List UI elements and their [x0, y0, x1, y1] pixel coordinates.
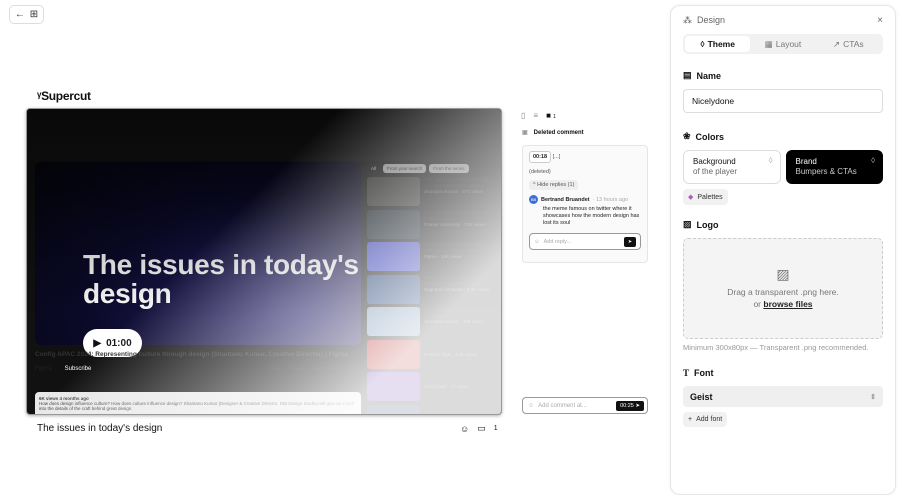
comment-header: ▣ Deleted comment [522, 129, 584, 137]
design-panel: ⁂ Design × ◊ Theme ▦ Layout ↗ CTAs ▤ Name Nice… [670, 5, 896, 495]
suggested-video[interactable]: Websites worth waking up to: Forging a f… [367, 339, 499, 373]
tab-layout[interactable]: ▦ Layout [750, 36, 815, 52]
video-thumbnail [367, 274, 420, 304]
background-color-picker[interactable]: Background of the player ◊ [683, 150, 781, 184]
video-thumbnail [367, 339, 420, 369]
like-button[interactable]: 571 [271, 366, 281, 372]
tab-theme[interactable]: ◊ Theme [685, 36, 751, 52]
palette-icon: ❀ [683, 131, 691, 141]
video-thumbnail [367, 177, 420, 206]
panel-tabs: ◊ Theme ▦ Layout ↗ CTAs [683, 34, 883, 54]
send-icon[interactable]: ➤ [624, 236, 636, 247]
suggested-video[interactable]: pov: you're a 25yr old designer visiting… [367, 307, 499, 340]
emoji-icon[interactable]: ☺ [460, 424, 469, 434]
filter-chip[interactable]: From the series [429, 164, 469, 173]
download-button[interactable]: Download [313, 366, 340, 372]
play-icon: ▶ [93, 337, 102, 349]
drop-icon: ◊ [700, 39, 705, 49]
brand-color-picker[interactable]: Brand Bumpers & CTAs ◊ [785, 150, 883, 184]
layout-icon: ▦ [764, 38, 773, 49]
suggested-video[interactable]: Life Lately as a 29yr/o Designer running… [367, 177, 499, 210]
suggested-video[interactable]: If I Started UX/UI Design in 2025, I'd D… [367, 372, 499, 405]
trash-icon: ▣ [522, 130, 528, 136]
grid-icon: ⊞ [29, 9, 39, 20]
suggested-video[interactable]: BEST UI/UX Design Courses For Beginners … [367, 274, 499, 308]
emoji-add-icon[interactable]: ☺ [534, 239, 540, 245]
suggestions-list: All From your search From the series Life … [367, 164, 499, 414]
video-thumbnail [367, 307, 420, 336]
video-frame[interactable]: The issues in today's design ▶ 01:00 [35, 162, 361, 357]
filter-chip[interactable]: From your search [383, 164, 427, 173]
video-caption: The issues in today's design [37, 423, 163, 434]
video-player[interactable]: The issues in today's design ▶ 01:00 Conf… [26, 108, 502, 415]
folder-icon: ▤ [683, 70, 692, 80]
palette-swatch-icon: ◆ [688, 194, 694, 201]
video-thumbnail [367, 242, 420, 271]
video-thumbnail [367, 372, 420, 401]
emoji-add-icon[interactable]: ☺ [528, 403, 534, 409]
close-icon[interactable]: × [877, 15, 883, 26]
back-grid-button[interactable]: ← ⊞ [9, 5, 44, 24]
reply-input[interactable]: ☺ Add reply... ➤ [529, 233, 641, 250]
font-select[interactable]: Geist ⇕ [683, 386, 883, 407]
comments-tab[interactable]: ■ 1 [546, 111, 556, 120]
avatar: BB [529, 195, 538, 204]
bookmark-icon[interactable]: ▯ [521, 111, 525, 120]
plus-icon: + [688, 416, 693, 423]
save-button[interactable]: Save [347, 366, 361, 372]
hide-replies-button[interactable]: ^ Hide replies (1) [529, 180, 579, 190]
chevron-updown-icon: ⇕ [870, 393, 876, 401]
logo-dropzone[interactable]: ▨ Drag a transparent .png here. or brows… [683, 238, 883, 339]
add-comment-input[interactable]: ☺ Add comment at... 00:25 ➤ [522, 397, 648, 414]
browser-chrome [27, 109, 501, 161]
shapes-icon: ⁂ [683, 14, 692, 25]
tab-ctas[interactable]: ↗ CTAs [816, 36, 881, 52]
video-thumbnail [367, 209, 420, 239]
video-thumbnail [367, 404, 420, 414]
subscribe-button[interactable]: Subscribe [59, 364, 97, 374]
timestamp-badge[interactable]: 00:18 [529, 151, 552, 163]
timestamp-send-button[interactable]: 00:25 ➤ [616, 400, 644, 411]
suggested-video[interactable]: 4 Simple Ways to Animate Your Framer Sit… [367, 209, 499, 243]
video-title-overlay: The issues in today's design [83, 249, 359, 309]
comment-card: 00:18 [...] (deleted) ^ Hide replies (1)… [522, 145, 648, 263]
name-input[interactable]: Nicelydone [683, 89, 883, 113]
browse-files-link[interactable]: browse files [763, 299, 812, 309]
suggested-video[interactable]: Config 2024: How to build for, and with,… [367, 242, 499, 275]
image-icon: ▨ [776, 265, 790, 282]
video-description: 6K views 4 months ago How does design inf… [35, 392, 361, 414]
filter-chip[interactable]: All [367, 164, 381, 173]
palettes-button[interactable]: ◆ Palettes [683, 189, 728, 205]
type-icon: T [683, 368, 690, 378]
add-font-button[interactable]: + Add font [683, 412, 728, 427]
image-icon: ▨ [683, 219, 692, 229]
drop-icon: ◊ [768, 156, 773, 165]
supercut-logo: ᵞSupercut [37, 89, 91, 103]
drop-icon: ◊ [871, 156, 875, 165]
arrow-left-icon: ← [14, 9, 25, 20]
share-button[interactable]: Share [289, 366, 305, 372]
external-link-icon: ↗ [832, 38, 841, 49]
list-icon[interactable]: ≡ [533, 111, 538, 120]
comment-icon[interactable]: ▭ [477, 423, 486, 434]
suggested-video[interactable]: 2024 Framer Awards [367, 404, 499, 414]
youtube-info: Config APAC 2024: Representing culture t… [35, 351, 361, 414]
